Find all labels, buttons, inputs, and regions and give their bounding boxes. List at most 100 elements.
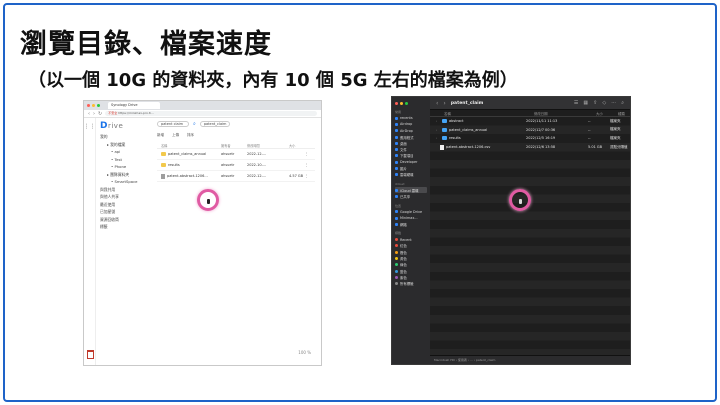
column-header[interactable]: 修改時間 [247, 143, 289, 148]
finder-sidebar-label: AirDrop [400, 128, 413, 133]
calendar-icon[interactable] [87, 350, 94, 359]
table-row[interactable]: patent_claims_annual ahsuetr 2022-12-... ⋮ [157, 149, 315, 160]
table-row[interactable]: patent-abstract-1206... ahsuetr 2022-12-..… [157, 171, 315, 182]
search-input[interactable]: patent claim [157, 120, 189, 127]
drive-file-list: patent_claims_annual ahsuetr 2022-12-... ⋮ r… [157, 149, 315, 182]
modified-cell: 2022/11/11 11:13 [526, 119, 558, 124]
zoom-level: 100 % [298, 350, 311, 355]
table-row[interactable]: patent-abstract-1206.csv 2022/12/6 13:58 5… [430, 143, 630, 152]
close-window-icon[interactable] [87, 104, 90, 107]
drive-sidebar-item[interactable]: 與他人共享 [100, 194, 147, 202]
address-bar[interactable]: 不安全 https://minimax-pro.ti... [105, 111, 317, 116]
drive-sidebar-label: 團隊資料夾 [110, 171, 130, 177]
drive-sidebar-item[interactable]: ▸ 我的檔案 [100, 142, 147, 150]
folder-icon [161, 163, 166, 167]
column-header[interactable]: 大小 [289, 143, 305, 148]
column-header[interactable]: 擁有者 [221, 143, 247, 148]
column-header[interactable]: 種類 [618, 111, 630, 116]
drive-sidebar-item[interactable]: 資源回收筒 [100, 217, 147, 225]
column-header[interactable]: 大小 [596, 111, 618, 116]
finder-sidebar-item[interactable]: 已共享 [395, 193, 427, 199]
size-cell: -- [588, 136, 591, 141]
drive-toolbar-button[interactable]: 排序 [187, 133, 194, 138]
tag-icon[interactable]: ◇ [602, 100, 606, 106]
location-icon [395, 135, 398, 139]
size-cell: 4.57 GB [289, 174, 304, 178]
table-row[interactable]: › abstract 2022/11/11 11:13 -- 檔案夾 [430, 117, 630, 126]
drive-sidebar-item[interactable]: • Phone [100, 164, 147, 172]
maximize-window-icon[interactable] [405, 102, 408, 105]
more-icon[interactable]: ⋯ [611, 100, 616, 106]
view-options-icon[interactable]: ☰ [574, 100, 578, 106]
share-icon[interactable]: ⇪ [593, 100, 597, 106]
forward-arrow-icon[interactable]: › [93, 111, 95, 117]
drive-sidebar-item[interactable]: 我的 [100, 134, 147, 142]
more-options-icon[interactable]: ⋮ [305, 163, 315, 167]
drive-toolbar-button[interactable]: 上傳 [172, 133, 179, 138]
finder-sidebar-item[interactable]: 雲端硬碟 [395, 172, 427, 178]
owner-cell: ahsuetr [221, 174, 235, 178]
finder-window: 常用 recents Airdrop AirDrop 應用程式 桌面 文件 下載項目 Devel… [391, 96, 631, 365]
back-arrow-icon[interactable]: ‹ [436, 100, 438, 107]
finder-sidebar-label: 藍色 [400, 269, 407, 274]
drive-sidebar-item[interactable]: • SmartSpace [100, 179, 147, 187]
reload-icon[interactable]: ↻ [98, 111, 102, 117]
column-header[interactable]: 名稱 [161, 143, 221, 148]
location-icon [395, 216, 398, 220]
back-arrow-icon[interactable]: ‹ [88, 111, 90, 117]
drive-sidebar-item[interactable]: 標籤 [100, 224, 147, 232]
search-icon[interactable]: ⌕ [193, 121, 196, 127]
close-window-icon[interactable] [395, 102, 398, 105]
location-icon [395, 194, 398, 198]
finder-sidebar-item[interactable]: 網路 [395, 221, 427, 227]
table-row[interactable]: › results 2022/12/5 16:19 -- 檔案夾 [430, 134, 630, 143]
insecure-label: 不安全 [108, 111, 118, 115]
size-cell: -- [588, 119, 591, 124]
file-name: abstract [449, 119, 464, 124]
file-name-cell: patent-abstract-1206... [161, 173, 221, 179]
disclosure-chevron-icon[interactable]: › [436, 119, 440, 123]
drive-sidebar-item[interactable]: 已加星號 [100, 209, 147, 217]
table-row[interactable]: results ahsuetr 2022-10-... ⋮ [157, 160, 315, 171]
finder-sidebar-item[interactable]: 所有標籤 [395, 281, 427, 287]
tag-color-icon [395, 275, 398, 279]
drive-sidebar-item[interactable]: • api [100, 149, 147, 157]
more-options-icon[interactable]: ⋮ [305, 174, 315, 178]
drive-sidebar-item[interactable]: • Test [100, 157, 147, 165]
disclosure-chevron-icon[interactable]: › [436, 136, 440, 140]
forward-arrow-icon[interactable]: › [443, 100, 445, 107]
column-header[interactable] [305, 143, 315, 148]
location-icon [395, 141, 398, 145]
column-header[interactable]: 名稱 [444, 111, 534, 116]
file-name: results [168, 163, 180, 167]
size-cell: -- [588, 127, 591, 132]
minimize-window-icon[interactable] [400, 102, 403, 105]
file-icon [161, 173, 165, 179]
tag-color-icon [395, 250, 398, 254]
maximize-window-icon[interactable] [97, 104, 100, 107]
column-header[interactable]: 修改日期 [534, 111, 596, 116]
finder-list-header: 名稱 修改日期 大小 種類 [430, 110, 630, 117]
browser-tab[interactable]: Synology Drive [108, 102, 160, 109]
finder-main: ‹ › patent_claim ☰ ▦ ⇪ ◇ ⋯ ⌕ 名稱 修改日期 大小 種類 … [430, 97, 630, 364]
folder-icon [442, 136, 447, 141]
table-row[interactable]: › patent_claims_annual 2022/12/7 00:36 -- 檔案… [430, 126, 630, 135]
search-scope-field[interactable]: patent_claim [199, 120, 230, 127]
minimize-window-icon[interactable] [92, 104, 95, 107]
folder-icon [161, 152, 166, 156]
grid-view-icon[interactable]: ▦ [583, 100, 588, 106]
drive-sidebar-item[interactable]: 與我共用 [100, 187, 147, 195]
file-name-cell: › patent_claims_annual [436, 127, 526, 132]
finder-sidebar-label: Google Drive [400, 209, 423, 214]
drive-sidebar-item[interactable]: 最近使用 [100, 202, 147, 210]
drive-main: patent claim ⌕ patent_claim 新增 上傳 排序 名稱 擁有者… [151, 118, 321, 365]
apps-grid-icon[interactable]: ⋮⋮ [84, 123, 96, 130]
search-icon[interactable]: ⌕ [621, 100, 624, 106]
drive-toolbar-button[interactable]: 新增 [157, 133, 164, 138]
file-name-cell: patent_claims_annual [161, 152, 221, 156]
drive-sidebar-label: api [114, 149, 121, 154]
more-options-icon[interactable]: ⋮ [305, 152, 315, 156]
drive-sidebar-item[interactable]: ▸ 團隊資料夾 [100, 172, 147, 180]
disclosure-chevron-icon[interactable]: › [436, 128, 440, 132]
finder-sidebar-label: 橙色 [400, 250, 407, 255]
